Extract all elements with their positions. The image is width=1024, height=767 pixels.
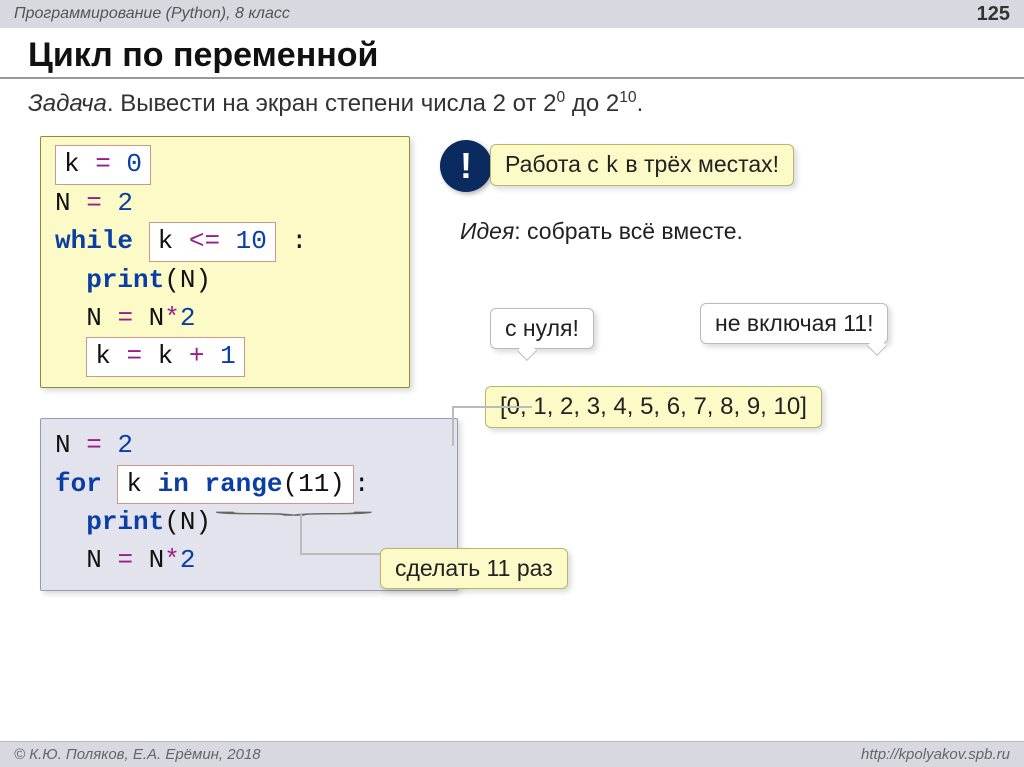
connector — [300, 513, 302, 553]
t: N — [86, 303, 117, 333]
t: 2 — [180, 545, 196, 575]
t: for — [55, 469, 102, 499]
t: : — [291, 226, 307, 256]
callout-from-zero: с нуля! — [490, 308, 594, 349]
t: Идея — [460, 218, 514, 244]
t: 2 — [180, 303, 196, 333]
callout-not-11: не включая 11! — [700, 303, 888, 344]
t: 2 — [102, 430, 133, 460]
course-label: Программирование (Python), 8 класс — [14, 5, 290, 23]
t: * — [164, 545, 180, 575]
t: в трёх местах! — [619, 151, 779, 177]
t: = — [95, 149, 111, 179]
alert-icon: ! — [440, 140, 492, 192]
t: : собрать всё вместе. — [514, 218, 743, 244]
task-tail: . — [637, 90, 644, 117]
page-number: 125 — [977, 3, 1010, 26]
code-while: k = 0 N = 2 while k <= 10 : print(N) N =… — [40, 136, 410, 388]
t: while — [55, 226, 133, 256]
title-underline — [0, 77, 1024, 79]
t: k — [158, 226, 189, 256]
task-body: . Вывести на экран степени числа 2 от 2 — [107, 90, 557, 117]
t: + — [189, 341, 205, 371]
t: = — [117, 545, 133, 575]
content-area: k = 0 N = 2 while k <= 10 : print(N) N =… — [0, 128, 1024, 728]
idea-text: Идея: собрать всё вместе. — [460, 218, 743, 245]
footer-url: http://kpolyakov.spb.ru — [861, 746, 1010, 763]
bottom-bar: © К.Ю. Поляков, Е.А. Ерёмин, 2018 http:/… — [0, 741, 1024, 767]
t: k — [64, 149, 95, 179]
t: N — [55, 430, 86, 460]
task-text: Задача. Вывести на экран степени числа 2… — [0, 85, 1024, 128]
t: = — [126, 341, 142, 371]
t: (N) — [164, 265, 211, 295]
t: = — [86, 430, 102, 460]
t: N — [86, 545, 117, 575]
t: = — [117, 303, 133, 333]
t: 0 — [111, 149, 142, 179]
callout-three-places: Работа с k в трёх местах! — [490, 144, 794, 186]
connector — [452, 406, 532, 408]
page-title: Цикл по переменной — [0, 28, 1024, 77]
exp-10: 10 — [619, 89, 636, 106]
t: k — [605, 153, 619, 179]
t: 2 — [102, 188, 133, 218]
t: N — [133, 303, 164, 333]
connector — [300, 553, 380, 555]
code-line: k = 0 — [55, 145, 395, 185]
t: N — [133, 545, 164, 575]
t: print — [86, 265, 164, 295]
t: <= — [189, 226, 220, 256]
t: k — [95, 341, 126, 371]
t: Работа с — [505, 151, 605, 177]
callout-do-11: сделать 11 раз — [380, 548, 568, 589]
t: 1 — [204, 341, 235, 371]
code-line: N = 2 — [55, 185, 395, 223]
t: 10 — [220, 226, 267, 256]
code-line: N = 2 — [55, 427, 443, 465]
code-line: N = N*2 — [55, 300, 395, 338]
code-line: print(N) — [55, 262, 395, 300]
t: print — [86, 507, 164, 537]
connector — [452, 406, 454, 446]
exp-0: 0 — [557, 89, 566, 106]
code-line: k = k + 1 — [55, 337, 395, 377]
copyright: © К.Ю. Поляков, Е.А. Ерёмин, 2018 — [14, 746, 261, 763]
t: N — [55, 188, 86, 218]
t: k — [142, 341, 189, 371]
callout-list: [0, 1, 2, 3, 4, 5, 6, 7, 8, 9, 10] — [485, 386, 822, 428]
task-lead: Задача — [28, 90, 107, 117]
t: k — [126, 469, 157, 499]
task-mid: до 2 — [565, 90, 619, 117]
t: in — [158, 469, 189, 499]
brace-icon: ⏟ — [213, 495, 375, 515]
t: (N) — [164, 507, 211, 537]
top-bar: Программирование (Python), 8 класс 125 — [0, 0, 1024, 28]
t: = — [86, 188, 102, 218]
t: * — [164, 303, 180, 333]
code-line: while k <= 10 : — [55, 222, 395, 262]
